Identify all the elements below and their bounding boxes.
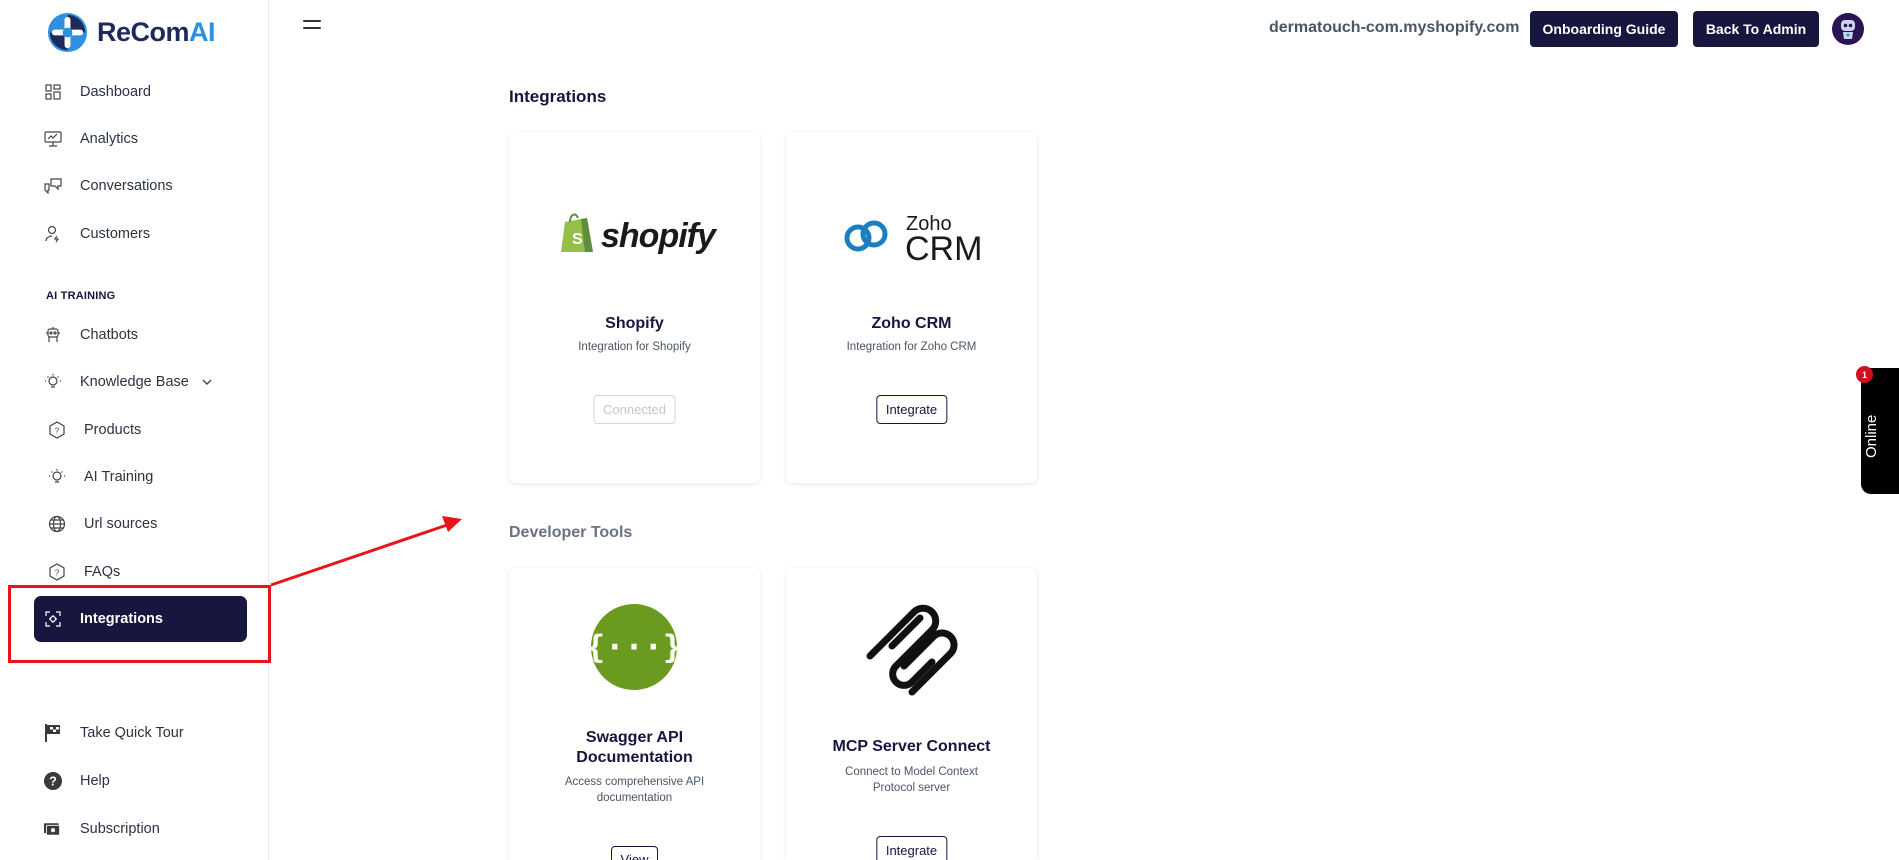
mcp-logo-icon [866,604,958,696]
integrate-zoho-button[interactable]: Integrate [875,395,948,424]
back-to-admin-button[interactable]: Back To Admin [1693,11,1819,47]
robot-icon [44,326,62,344]
onboarding-guide-button[interactable]: Onboarding Guide [1530,11,1678,47]
card-description: Integration for Zoho CRM [846,341,977,353]
developer-tools-heading: Developer Tools [509,524,633,541]
sidebar: ReComAI Dashboard Analytics Conversation… [0,0,269,860]
sidebar-item-label: AI Training [84,469,154,485]
swagger-logo-icon: {···} [591,604,677,690]
sidebar-item-label: Dashboard [80,84,151,100]
card-title: Zoho CRM [871,315,952,332]
view-swagger-button[interactable]: View [610,846,659,860]
robot-avatar-icon [1841,20,1855,39]
integration-card-zoho-crm: Zoho CRM Zoho CRM Integration for Zoho C… [786,132,1037,483]
menu-toggle-icon[interactable] [303,20,321,32]
sidebar-item-label: Help [80,773,110,789]
card-title: MCP Server Connect [832,738,991,755]
sidebar-item-take-quick-tour[interactable]: Take Quick Tour [34,713,247,753]
sidebar-item-label: Url sources [84,516,158,532]
integrate-mcp-button[interactable]: Integrate [875,836,948,860]
sidebar-item-label: Subscription [80,821,160,837]
card-description: Connect to Model Context Protocol server [845,766,978,794]
hexagon-question-icon: ? [48,563,66,581]
sidebar-item-label: Conversations [80,178,173,194]
customers-icon [44,225,62,243]
bulb-icon [44,373,62,391]
svg-text:{···}: {···} [591,628,677,666]
flag-icon [44,724,62,742]
svg-text:?: ? [55,569,60,578]
sidebar-item-label: FAQs [84,564,121,580]
card-description: Access comprehensive API documentation [564,776,705,804]
sidebar-item-chatbots[interactable]: Chatbots [34,315,247,355]
sidebar-item-analytics[interactable]: Analytics [34,119,247,159]
sidebar-item-knowledge-base[interactable]: Knowledge Base [34,362,247,402]
sidebar-item-products[interactable]: ? Products [34,410,247,450]
svg-text:?: ? [49,775,57,789]
chevron-down-icon [201,374,213,390]
notification-badge: 1 [1856,366,1873,383]
sidebar-item-label: Knowledge Base [80,374,189,390]
brand-logo[interactable]: ReComAI [46,10,216,54]
svg-text:CRM: CRM [905,230,982,264]
dashboard-icon [44,83,62,101]
analytics-icon [44,130,62,148]
sidebar-item-label: Products [84,422,142,438]
card-title: Shopify [605,315,664,332]
sidebar-item-subscription[interactable]: Subscription [34,809,247,849]
sidebar-item-conversations[interactable]: Conversations [34,166,247,206]
sidebar-item-customers[interactable]: Customers [34,214,247,254]
sidebar-item-dashboard[interactable]: Dashboard [34,72,247,112]
sidebar-item-label: Customers [80,226,151,242]
svg-text:shopify: shopify [601,217,718,255]
integrations-heading: Integrations [509,87,607,106]
app-root: ReComAI Dashboard Analytics Conversation… [0,0,1899,860]
card-description: Integration for Shopify [578,341,691,353]
shopify-logo-icon: S shopify [561,213,719,255]
globe-icon [48,515,66,533]
brand-name: ReComAI [97,16,216,47]
sidebar-item-url-sources[interactable]: Url sources [34,504,247,544]
conversations-icon [44,177,62,195]
sidebar-item-label: Chatbots [80,327,139,343]
zoho-crm-logo-icon: Zoho CRM [844,213,982,264]
chat-widget-label: Online [1863,414,1880,458]
integration-card-shopify: S shopify Shopify Integration for Shopif… [509,132,760,483]
avatar[interactable] [1832,13,1864,45]
bulb-icon [48,468,66,486]
sidebar-item-label: Take Quick Tour [80,725,184,741]
subscription-icon [44,820,62,838]
sidebar-item-ai-training[interactable]: AI Training [34,457,247,497]
developer-card-swagger: {···} Swagger API Documentation Access c… [509,568,760,860]
sidebar-item-label: Analytics [80,131,139,147]
help-icon: ? [44,772,62,790]
card-title: Swagger API Documentation [576,729,693,766]
sidebar-item-help[interactable]: ? Help [34,761,247,801]
annotation-highlight-box [8,585,271,663]
hexagon-question-icon: ? [48,421,66,439]
svg-text:?: ? [55,427,60,436]
svg-text:S: S [572,231,583,248]
connected-button[interactable]: Connected [593,395,676,424]
section-label-ai-training: AI TRAINING [46,290,116,302]
developer-card-mcp-server: MCP Server Connect Connect to Model Cont… [786,568,1037,860]
store-domain: dermatouch-com.myshopify.com [1269,19,1520,36]
recomai-logo-icon [47,12,88,52]
